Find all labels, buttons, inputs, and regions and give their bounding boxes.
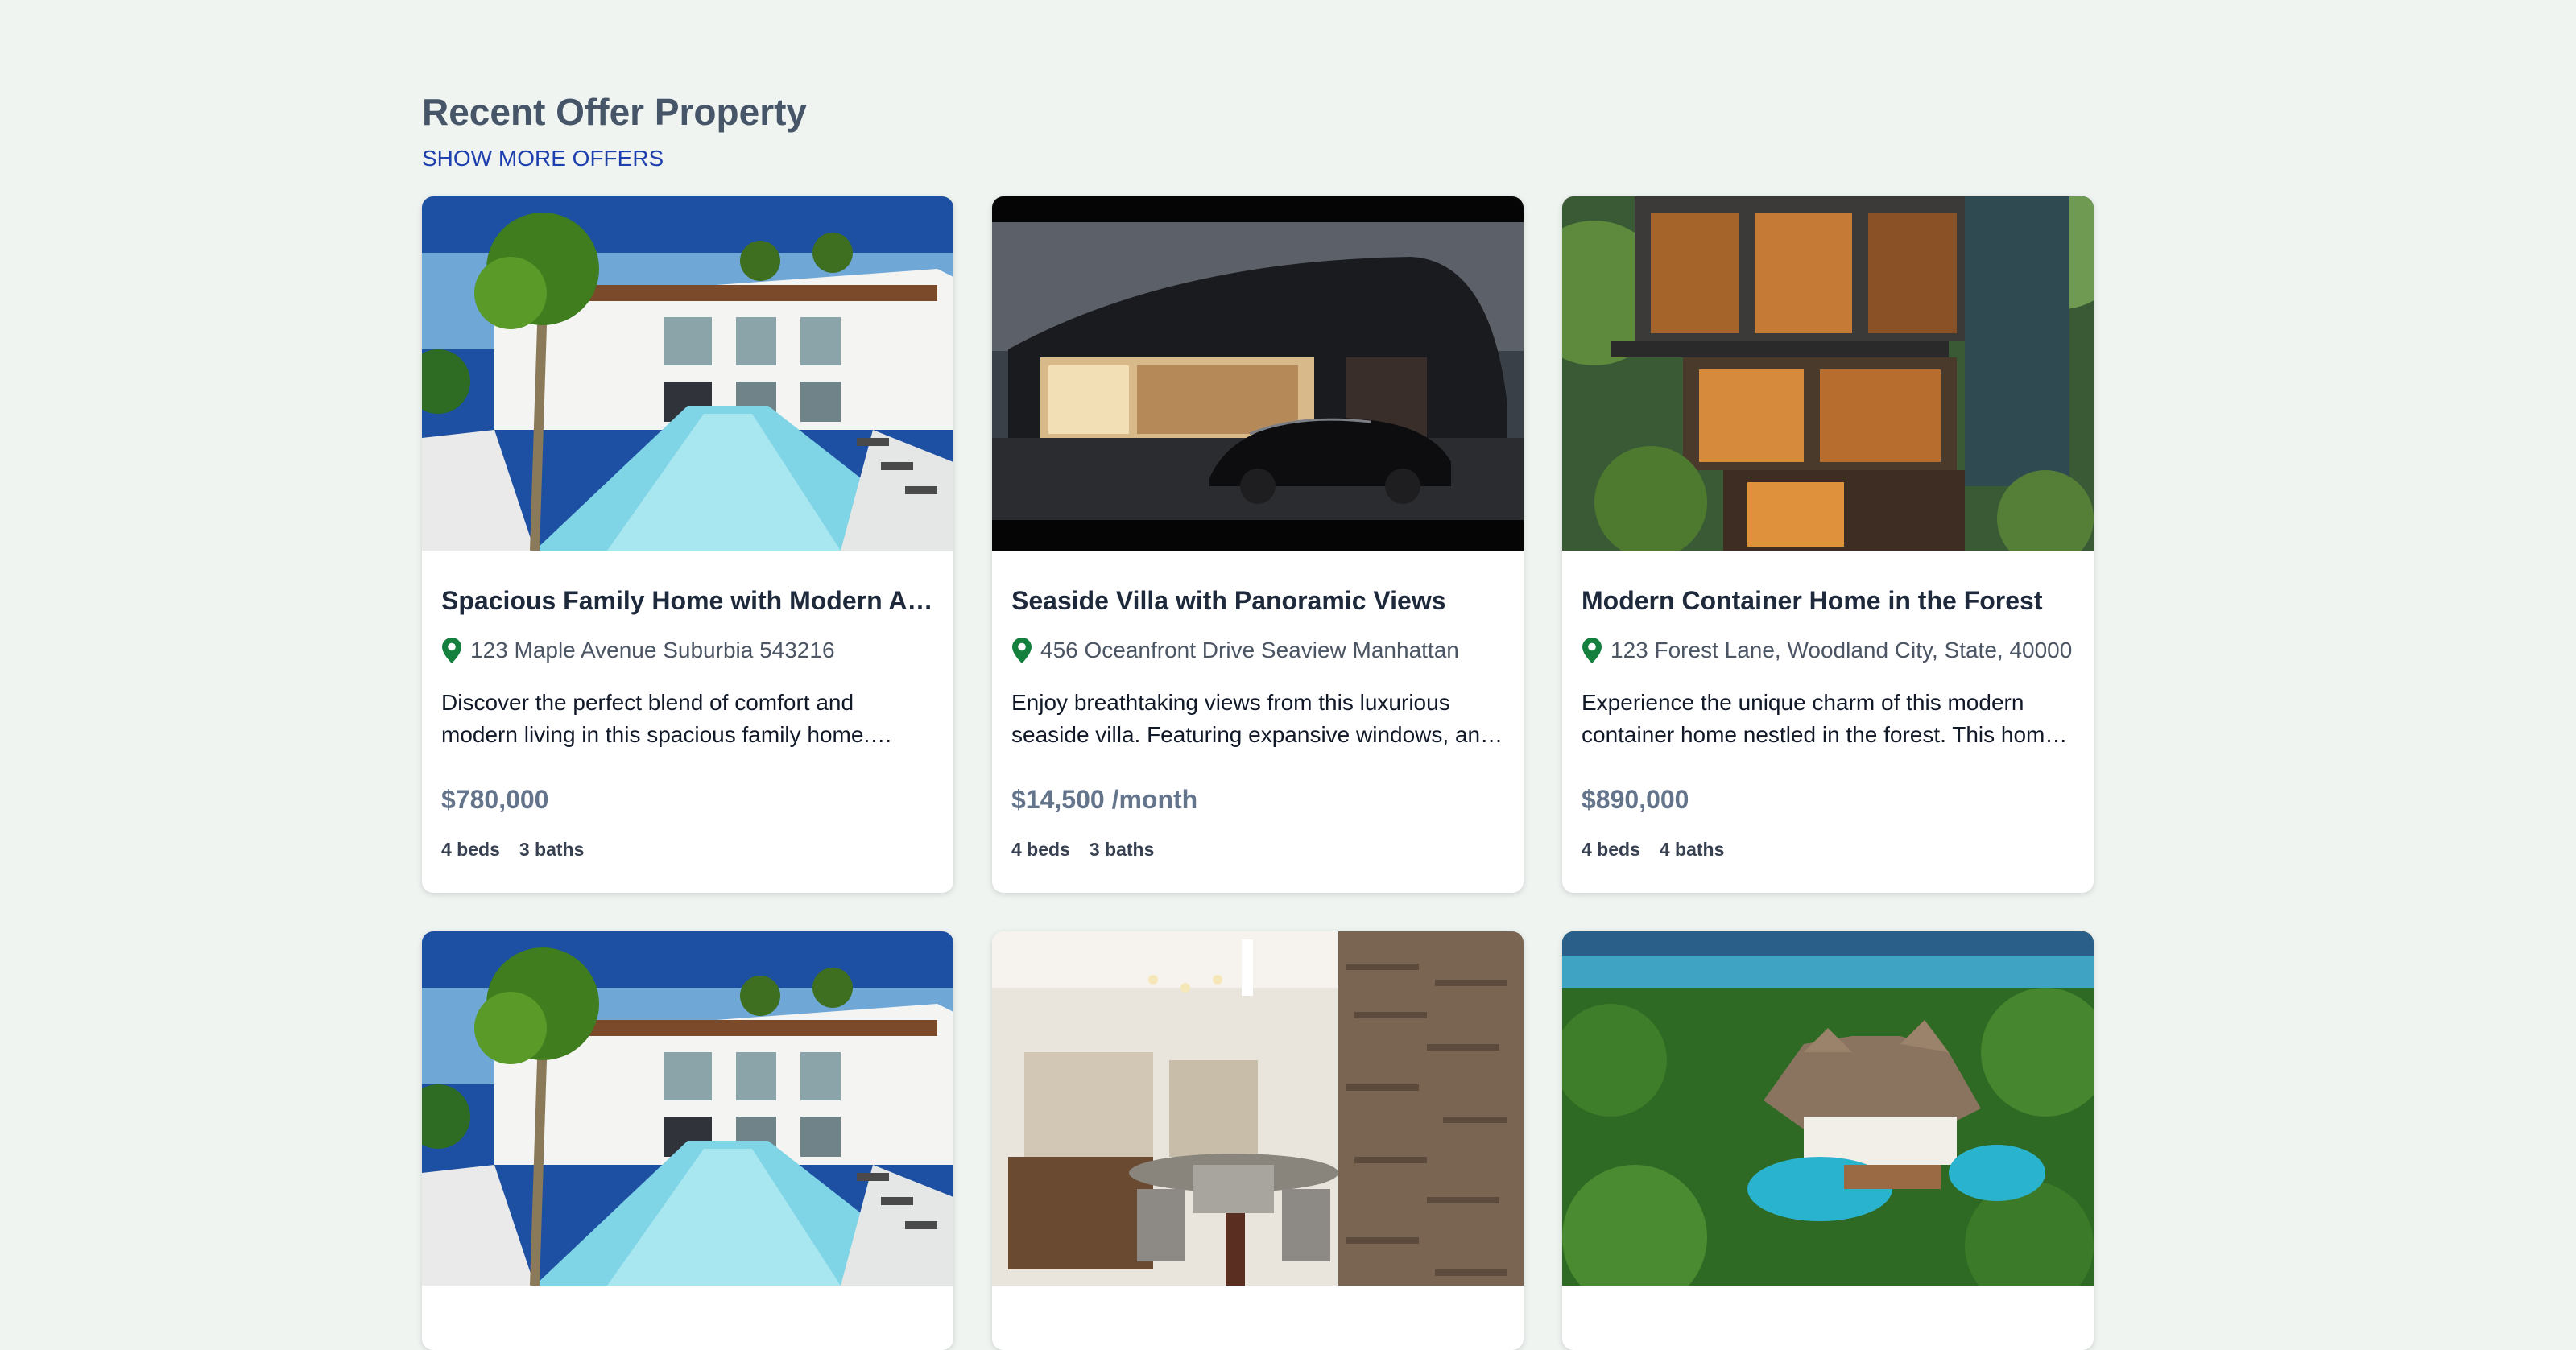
property-image <box>1562 196 2094 551</box>
property-card[interactable]: Spacious Family Home with Modern Ameniti… <box>422 196 953 893</box>
property-card[interactable]: Seaside Villa with Panoramic Views 456 O… <box>992 196 1524 893</box>
property-image <box>422 931 953 1286</box>
property-image <box>992 931 1524 1286</box>
property-address: 456 Oceanfront Drive Seaview Manhattan <box>1040 638 1459 663</box>
property-description: Discover the perfect blend of comfort an… <box>441 690 870 747</box>
property-location: 123 Maple Avenue Suburbia 543216 <box>441 637 934 664</box>
property-image <box>422 196 953 551</box>
section-title: Recent Offer Property <box>422 91 808 133</box>
property-address: 123 Forest Lane, Woodland City, State, 4… <box>1611 638 2073 663</box>
property-title[interactable]: Spacious Family Home with Modern Ameniti… <box>441 586 934 616</box>
baths-count: 3 baths <box>1089 839 1155 860</box>
property-specs: 4 beds 3 baths <box>441 839 934 861</box>
show-more-offers-link[interactable]: SHOW MORE OFFERS <box>422 146 664 171</box>
baths-count: 3 baths <box>519 839 585 860</box>
property-price: $890,000 <box>1582 785 1689 814</box>
property-price: $780,000 <box>441 785 549 814</box>
property-location: 456 Oceanfront Drive Seaview Manhattan <box>1011 637 1504 664</box>
property-location: 123 Forest Lane, Woodland City, State, 4… <box>1582 637 2074 664</box>
property-card[interactable] <box>1562 931 2094 1350</box>
property-description: Experience the unique charm of this mode… <box>1582 690 2057 747</box>
map-pin-icon <box>1011 637 1032 664</box>
property-price: $14,500 /month <box>1011 785 1198 814</box>
property-address: 123 Maple Avenue Suburbia 543216 <box>470 638 835 663</box>
property-image <box>1562 931 2094 1286</box>
property-image <box>992 196 1524 551</box>
property-card[interactable] <box>992 931 1524 1350</box>
beds-count: 4 beds <box>441 839 500 860</box>
map-pin-icon <box>1582 637 1602 664</box>
property-card[interactable]: Modern Container Home in the Forest 123 … <box>1562 196 2094 893</box>
baths-count: 4 baths <box>1659 839 1725 860</box>
map-pin-icon <box>441 637 462 664</box>
beds-count: 4 beds <box>1011 839 1070 860</box>
beds-count: 4 beds <box>1582 839 1640 860</box>
property-title[interactable]: Modern Container Home in the Forest <box>1582 586 2074 616</box>
property-card[interactable] <box>422 931 953 1350</box>
property-specs: 4 beds 4 baths <box>1582 839 2074 861</box>
property-title[interactable]: Seaside Villa with Panoramic Views <box>1011 586 1504 616</box>
property-specs: 4 beds 3 baths <box>1011 839 1504 861</box>
property-description: Enjoy breathtaking views from this luxur… <box>1011 690 1493 747</box>
